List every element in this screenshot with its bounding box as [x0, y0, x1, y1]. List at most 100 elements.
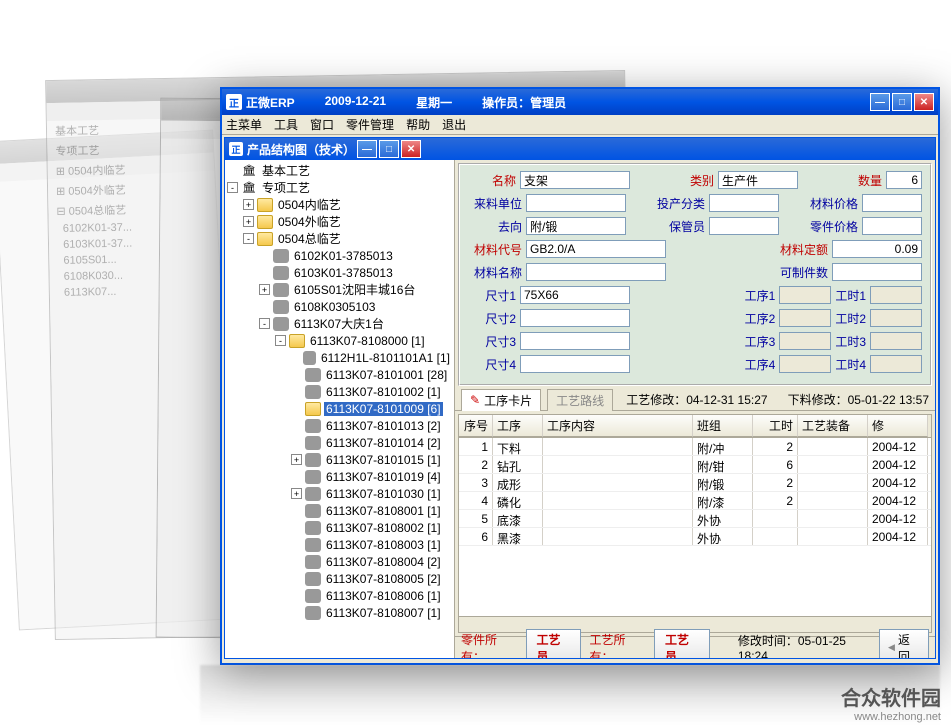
tree-toggle-icon[interactable] — [259, 250, 270, 261]
tree-toggle-icon[interactable] — [291, 403, 302, 414]
field-material-name[interactable] — [526, 263, 666, 281]
field-proc1[interactable] — [779, 286, 831, 304]
field-dest[interactable] — [526, 217, 626, 235]
field-name[interactable] — [520, 171, 630, 189]
field-hour4[interactable] — [870, 355, 922, 373]
grid-header-cell[interactable]: 工序内容 — [543, 415, 693, 437]
tree-item[interactable]: 6113K07-8101002 [1] — [227, 383, 452, 400]
tree-item[interactable]: -6113K07-8108000 [1] — [227, 332, 452, 349]
tree-item[interactable]: -0504总临艺 — [227, 230, 452, 247]
tree-item[interactable]: 6102K01-3785013 — [227, 247, 452, 264]
tree-toggle-icon[interactable] — [291, 369, 302, 380]
tree-item[interactable]: +6105S01沈阳丰城16台 — [227, 281, 452, 298]
tree-toggle-icon[interactable]: + — [243, 216, 254, 227]
titlebar[interactable]: 正 正微ERP 2009-12-21 星期一 操作员：管理员 — □ ✕ — [222, 89, 938, 115]
field-material-unit[interactable] — [526, 194, 626, 212]
menu-item[interactable]: 主菜单 — [226, 116, 262, 133]
tree-item[interactable]: 6113K07-8101009 [6] — [227, 400, 452, 417]
tree-toggle-icon[interactable]: + — [259, 284, 270, 295]
grid-header-cell[interactable]: 序号 — [459, 415, 493, 437]
tree-toggle-icon[interactable] — [227, 165, 238, 176]
tree-toggle-icon[interactable]: + — [243, 199, 254, 210]
tree-toggle-icon[interactable] — [291, 556, 302, 567]
tree-item[interactable]: 6113K07-8108003 [1] — [227, 536, 452, 553]
tree-toggle-icon[interactable] — [259, 301, 270, 312]
field-proc3[interactable] — [779, 332, 831, 350]
grid-row[interactable]: 1下料附/冲22004-12 — [459, 438, 931, 456]
tree-toggle-icon[interactable]: - — [259, 318, 270, 329]
tree-toggle-icon[interactable]: + — [291, 454, 302, 465]
child-close-button[interactable]: ✕ — [401, 140, 421, 158]
field-material-price[interactable] — [862, 194, 922, 212]
tree-item[interactable]: -6113K07大庆1台 — [227, 315, 452, 332]
tree-item[interactable]: 6113K07-8108001 [1] — [227, 502, 452, 519]
tree-toggle-icon[interactable]: - — [243, 233, 254, 244]
tree-item[interactable]: 6113K07-8108002 [1] — [227, 519, 452, 536]
grid-row[interactable]: 4磷化附/漆22004-12 — [459, 492, 931, 510]
child-maximize-button[interactable]: □ — [379, 140, 399, 158]
tree-toggle-icon[interactable] — [291, 539, 302, 550]
tree-toggle-icon[interactable] — [291, 420, 302, 431]
tree-item[interactable]: 6113K07-8108007 [1] — [227, 604, 452, 621]
tree-item[interactable]: -专项工艺 — [227, 179, 452, 196]
close-button[interactable]: ✕ — [914, 93, 934, 111]
field-keeper[interactable] — [709, 217, 779, 235]
tab-process-route[interactable]: 工艺路线 — [547, 389, 613, 411]
tree-item[interactable]: 6103K01-3785013 — [227, 264, 452, 281]
tree-item[interactable]: 6113K07-8101013 [2] — [227, 417, 452, 434]
maximize-button[interactable]: □ — [892, 93, 912, 111]
status-btn-2[interactable]: 工艺员 — [654, 629, 710, 659]
tree-toggle-icon[interactable] — [291, 607, 302, 618]
tree-item[interactable]: 6113K07-8101019 [4] — [227, 468, 452, 485]
tab-process-card[interactable]: 工序卡片 — [461, 389, 541, 411]
tree-toggle-icon[interactable]: - — [227, 182, 238, 193]
grid-row[interactable]: 2钻孔附/钳62004-12 — [459, 456, 931, 474]
grid-header-cell[interactable]: 工序 — [493, 415, 543, 437]
tree-item[interactable]: +6113K07-8101030 [1] — [227, 485, 452, 502]
tree-toggle-icon[interactable] — [291, 590, 302, 601]
menu-item[interactable]: 帮助 — [406, 116, 430, 133]
field-proc4[interactable] — [779, 355, 831, 373]
tree-item[interactable]: 6113K07-8108005 [2] — [227, 570, 452, 587]
tree-toggle-icon[interactable]: - — [275, 335, 286, 346]
field-hour2[interactable] — [870, 309, 922, 327]
field-hour3[interactable] — [870, 332, 922, 350]
menu-item[interactable]: 工具 — [274, 116, 298, 133]
grid-header-cell[interactable]: 班组 — [693, 415, 753, 437]
tree-toggle-icon[interactable] — [291, 522, 302, 533]
field-material-code[interactable] — [526, 240, 666, 258]
field-makeable[interactable] — [832, 263, 922, 281]
field-proc2[interactable] — [779, 309, 831, 327]
field-prod-class[interactable] — [709, 194, 779, 212]
tree-toggle-icon[interactable] — [291, 573, 302, 584]
return-button[interactable]: 返回 — [879, 629, 929, 659]
tree-item[interactable]: 基本工艺 — [227, 162, 452, 179]
tree-toggle-icon[interactable] — [291, 386, 302, 397]
tree-item[interactable]: 6113K07-8101014 [2] — [227, 434, 452, 451]
grid-body[interactable]: 1下料附/冲22004-122钻孔附/钳62004-123成形附/锻22004-… — [459, 438, 931, 616]
menu-item[interactable]: 退出 — [442, 116, 466, 133]
field-part-price[interactable] — [862, 217, 922, 235]
child-titlebar[interactable]: 正 产品结构图（技术） — □ ✕ — [225, 138, 935, 160]
tree-toggle-icon[interactable] — [291, 471, 302, 482]
tree-item[interactable]: +0504外临艺 — [227, 213, 452, 230]
tree-panel[interactable]: 基本工艺-专项工艺+0504内临艺+0504外临艺-0504总临艺6102K01… — [225, 160, 455, 658]
tree-toggle-icon[interactable] — [259, 267, 270, 278]
grid-header-cell[interactable]: 修 — [868, 415, 928, 437]
tree-item[interactable]: 6113K07-8108006 [1] — [227, 587, 452, 604]
field-size2[interactable] — [520, 309, 630, 327]
field-size4[interactable] — [520, 355, 630, 373]
grid-header-cell[interactable]: 工艺装备 — [798, 415, 868, 437]
field-size1[interactable] — [520, 286, 630, 304]
field-qty[interactable] — [886, 171, 922, 189]
tree-toggle-icon[interactable] — [291, 437, 302, 448]
tree-item[interactable]: +6113K07-8101015 [1] — [227, 451, 452, 468]
tree-item[interactable]: +0504内临艺 — [227, 196, 452, 213]
tree-item[interactable]: 6108K0305103 — [227, 298, 452, 315]
tree-item[interactable]: 6113K07-8101001 [28] — [227, 366, 452, 383]
field-size3[interactable] — [520, 332, 630, 350]
tree-toggle-icon[interactable] — [291, 352, 300, 363]
tree-toggle-icon[interactable]: + — [291, 488, 302, 499]
field-material-quota[interactable] — [832, 240, 922, 258]
tree-item[interactable]: 6112H1L-8101101A1 [1] — [227, 349, 452, 366]
